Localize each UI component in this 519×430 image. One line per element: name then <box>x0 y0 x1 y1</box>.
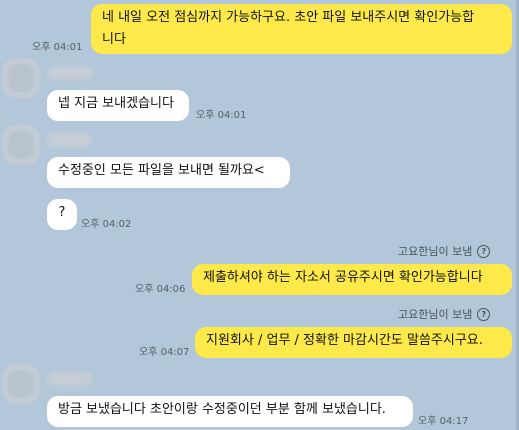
message-text: 넵 지금 보내겠습니다 <box>58 96 174 111</box>
sender-name <box>48 372 92 386</box>
message-time: 오후 04:17 <box>418 416 469 427</box>
chat-window: 네 내일 오전 점심까지 가능하구요. 초안 파일 보내주시면 확인가능합 니다… <box>0 0 519 430</box>
my-message-bubble[interactable]: 지원회사 / 업무 / 정확한 마감시간도 말씀주시구요. <box>195 327 512 358</box>
message-time: 오후 04:07 <box>139 347 190 358</box>
message-time: 오후 04:01 <box>196 110 247 121</box>
sent-by-label: 고요한님이 보냄 ? <box>398 243 491 259</box>
sent-by-text: 고요한님이 보냄 <box>398 245 473 258</box>
my-message-bubble[interactable]: 제출하셔야 하는 자소서 공유주시면 확인가능합니다 <box>192 264 512 295</box>
message-text-line: 네 내일 오전 점심까지 가능하구요. 초안 파일 보내주시면 확인가능합 <box>102 10 475 25</box>
message-text: ? <box>58 205 66 220</box>
sender-name <box>48 133 92 147</box>
sender-name <box>48 66 92 80</box>
their-message-bubble[interactable]: 방금 보냈습니다 초안이랑 수정중이던 부분 함께 보냈습니다. <box>47 396 413 427</box>
message-time: 오후 04:02 <box>81 219 132 230</box>
avatar[interactable] <box>2 58 40 98</box>
question-circle-icon[interactable]: ? <box>477 244 491 258</box>
message-time: 오후 04:06 <box>135 284 186 295</box>
message-time: 오후 04:01 <box>32 42 83 53</box>
message-text: 제출하셔야 하는 자소서 공유주시면 확인가능합니다 <box>203 270 483 285</box>
message-text-line: 니다 <box>102 32 126 47</box>
avatar[interactable] <box>2 364 40 404</box>
message-text: 지원회사 / 업무 / 정확한 마감시간도 말씀주시구요. <box>206 333 483 348</box>
their-message-bubble[interactable]: 넵 지금 보내겠습니다 <box>47 90 189 121</box>
sent-by-label: 고요한님이 보냄 ? <box>398 306 491 322</box>
my-message-bubble[interactable]: 네 내일 오전 점심까지 가능하구요. 초안 파일 보내주시면 확인가능합 니다 <box>91 4 512 54</box>
their-message-bubble[interactable]: 수정중인 모든 파일을 보내면 될까요< <box>47 157 290 188</box>
sent-by-text: 고요한님이 보냄 <box>398 308 473 321</box>
avatar[interactable] <box>2 125 40 165</box>
message-text: 방금 보냈습니다 초안이랑 수정중이던 부분 함께 보냈습니다. <box>58 402 386 417</box>
message-text: 수정중인 모든 파일을 보내면 될까요< <box>58 163 265 178</box>
their-message-bubble[interactable]: ? <box>47 199 77 230</box>
question-circle-icon[interactable]: ? <box>477 307 491 321</box>
